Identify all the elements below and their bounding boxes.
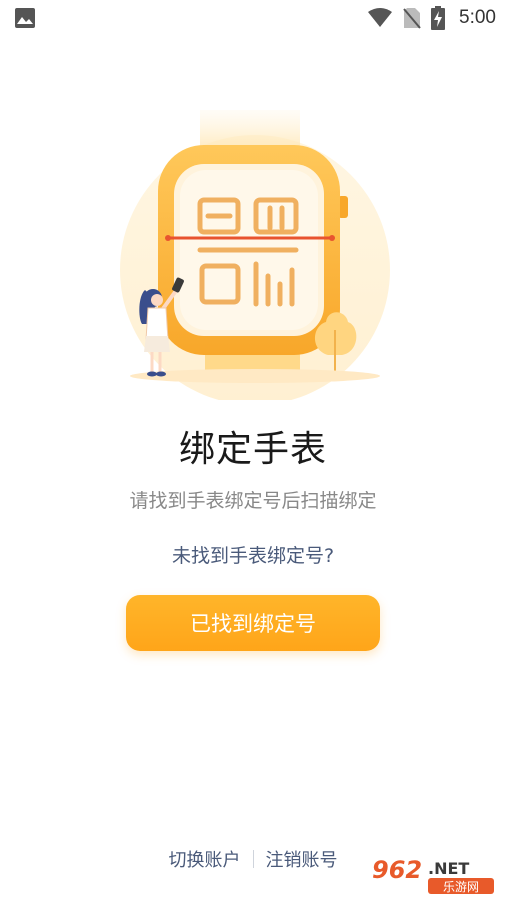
962-watermark-logo: 962 .NET 乐游网 bbox=[366, 852, 500, 896]
found-binding-number-button[interactable]: 已找到绑定号 bbox=[126, 595, 380, 651]
wifi-icon bbox=[368, 8, 393, 27]
switch-account-link[interactable]: 切换账户 bbox=[169, 846, 241, 872]
watch-qr-scan-illustration bbox=[120, 110, 390, 400]
page-title: 绑定手表 bbox=[178, 429, 327, 470]
binding-number-not-found-link[interactable]: 未找到手表绑定号? bbox=[0, 541, 506, 568]
status-icons: 5:00 bbox=[367, 5, 496, 31]
footer-divider bbox=[252, 850, 254, 868]
svg-text:962: 962 bbox=[372, 856, 422, 884]
svg-text:乐游网: 乐游网 bbox=[443, 880, 479, 894]
svg-text:.NET: .NET bbox=[428, 859, 469, 878]
cancel-account-link[interactable]: 注销账号 bbox=[266, 846, 338, 872]
image-notification-icon bbox=[15, 8, 35, 28]
status-bar: 5:00 bbox=[0, 0, 506, 36]
battery-charging-icon bbox=[431, 6, 446, 30]
status-time: 5:00 bbox=[459, 7, 496, 28]
page-subtitle: 请找到手表绑定号后扫描绑定 bbox=[129, 490, 377, 512]
no-sim-icon bbox=[403, 8, 421, 29]
